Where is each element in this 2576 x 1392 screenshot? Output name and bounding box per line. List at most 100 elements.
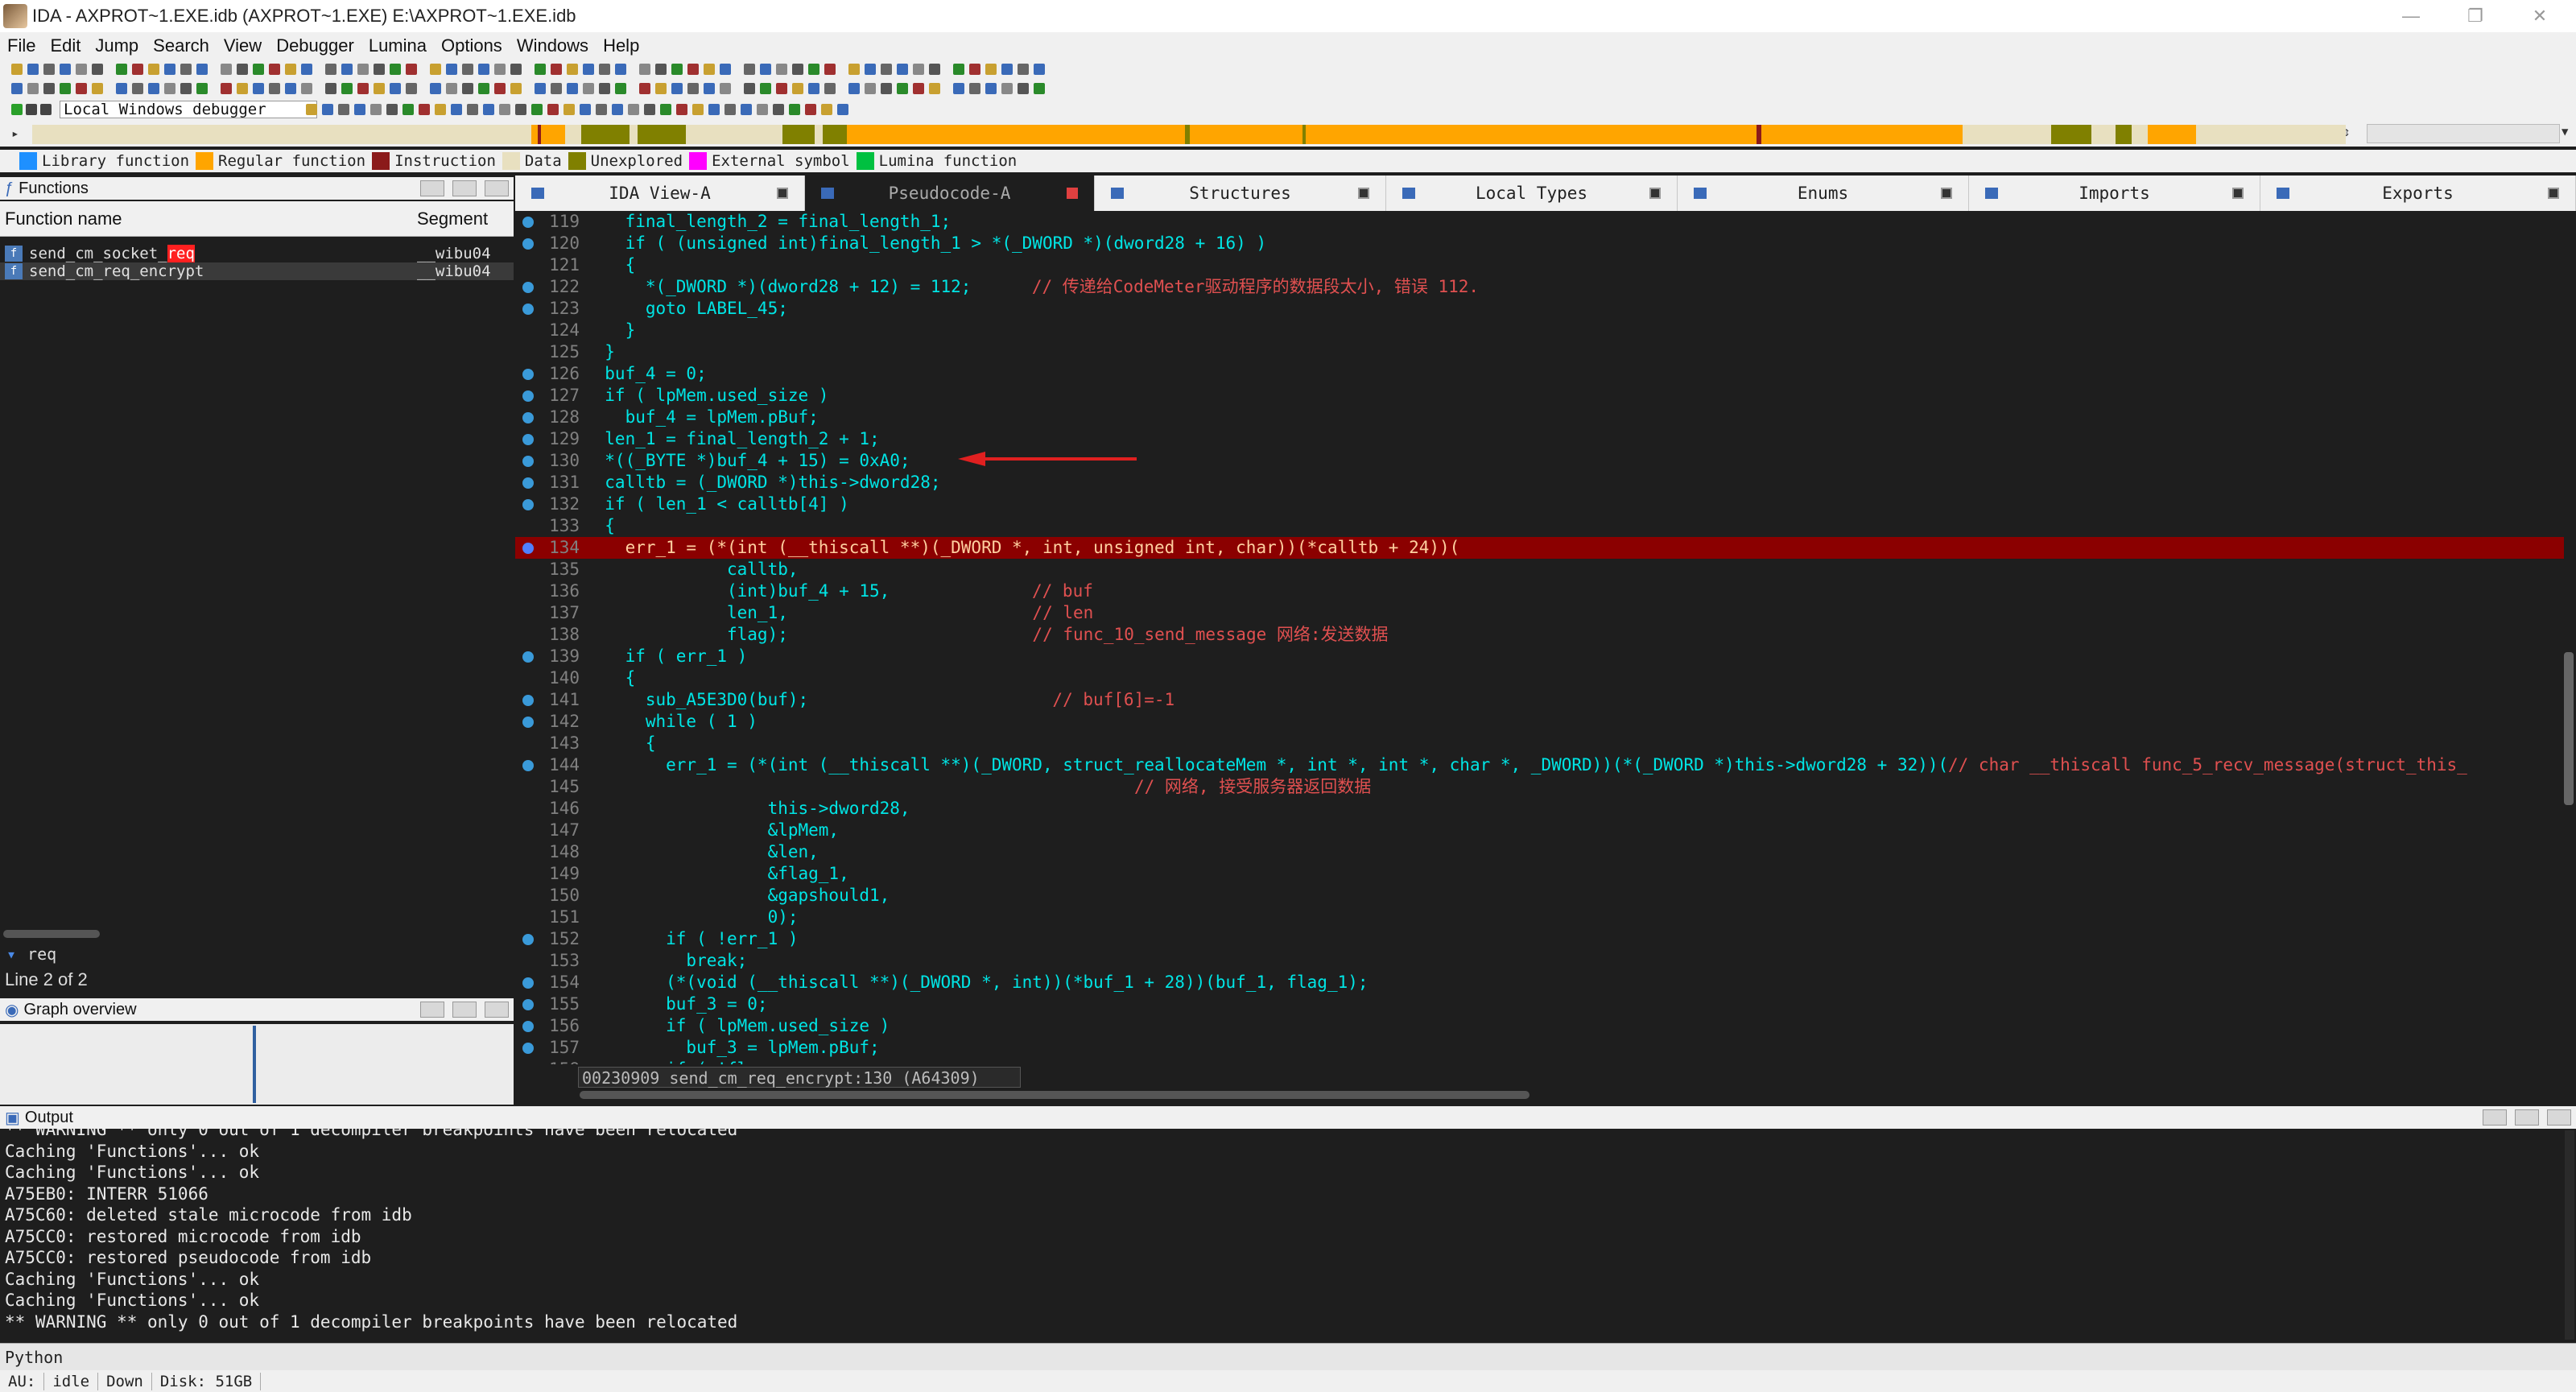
toolbar-button-icon[interactable]	[953, 83, 964, 94]
debug-toolbar-icon[interactable]	[483, 104, 494, 115]
pseudocode-view[interactable]: 119 final_length_2 = final_length_1; 120 …	[515, 211, 2564, 1064]
toolbar-button-icon[interactable]	[599, 83, 610, 94]
menu-edit[interactable]: Edit	[43, 35, 88, 56]
code-line[interactable]: 141 sub_A5E3D0(buf); // buf[6]=-1	[515, 689, 2564, 711]
toolbar-button-icon[interactable]	[1001, 64, 1013, 75]
toolbar-button-icon[interactable]	[808, 64, 819, 75]
code-vscroll[interactable]	[2564, 652, 2574, 805]
toolbar-button-icon[interactable]	[301, 64, 312, 75]
toolbar-button-icon[interactable]	[341, 83, 353, 94]
toolbar-button-icon[interactable]	[881, 83, 892, 94]
toolbar-button-icon[interactable]	[913, 83, 924, 94]
toolbar-button-icon[interactable]	[744, 83, 755, 94]
code-line[interactable]: 138 flag); // func_10_send_message 网络:发送…	[515, 624, 2564, 646]
toolbar-button-icon[interactable]	[687, 64, 699, 75]
toolbar-button-icon[interactable]	[341, 64, 353, 75]
toolbar-button-icon[interactable]	[583, 64, 594, 75]
code-line[interactable]: 140 {	[515, 667, 2564, 689]
breakpoint-dot-icon[interactable]	[522, 456, 534, 467]
code-line[interactable]: 152 if ( !err_1 )	[515, 928, 2564, 950]
toolbar-button-icon[interactable]	[985, 83, 997, 94]
debug-toolbar-icon[interactable]	[338, 104, 349, 115]
breakpoint-dot-icon[interactable]	[522, 304, 534, 315]
toolbar-button-icon[interactable]	[704, 64, 715, 75]
toolbar-button-icon[interactable]	[985, 64, 997, 75]
toolbar-button-icon[interactable]	[92, 64, 103, 75]
breakpoint-dot-icon[interactable]	[522, 499, 534, 510]
code-line[interactable]: 150 &gapshould1,	[515, 885, 2564, 907]
close-tab-icon[interactable]	[777, 188, 788, 199]
toolbar-button-icon[interactable]	[510, 64, 522, 75]
debug-toolbar-icon[interactable]	[580, 104, 591, 115]
code-hscroll[interactable]	[580, 1091, 1530, 1099]
menu-jump[interactable]: Jump	[88, 35, 146, 56]
toolbar-button-icon[interactable]	[583, 83, 594, 94]
code-line[interactable]: 145 // 网络, 接受服务器返回数据	[515, 776, 2564, 798]
toolbar-button-icon[interactable]	[180, 64, 192, 75]
toolbar-button-icon[interactable]	[60, 83, 71, 94]
debug-toolbar-icon[interactable]	[628, 104, 639, 115]
toolbar-button-icon[interactable]	[535, 83, 546, 94]
breakpoint-dot-icon[interactable]	[522, 434, 534, 445]
float-button[interactable]	[2483, 1109, 2507, 1126]
toolbar-button-icon[interactable]	[760, 64, 771, 75]
debugger-select[interactable]: Local Windows debugger	[60, 101, 317, 118]
code-line[interactable]: 157 buf_3 = lpMem.pBuf;	[515, 1037, 2564, 1059]
toolbar-button-icon[interactable]	[285, 64, 296, 75]
code-line[interactable]: 148 &len,	[515, 841, 2564, 863]
toolbar-button-icon[interactable]	[655, 64, 667, 75]
code-line[interactable]: 132 if ( len_1 < calltb[4] )	[515, 494, 2564, 515]
debug-toolbar-icon[interactable]	[531, 104, 543, 115]
code-line[interactable]: 119 final_length_2 = final_length_1;	[515, 211, 2564, 233]
toolbar-button-icon[interactable]	[1001, 83, 1013, 94]
toolbar-button-icon[interactable]	[865, 64, 876, 75]
toolbar-button-icon[interactable]	[462, 83, 473, 94]
debug-toolbar-icon[interactable]	[419, 104, 430, 115]
tab-exports[interactable]: Exports	[2260, 176, 2576, 211]
toolbar-button-icon[interactable]	[551, 83, 562, 94]
toolbar-button-icon[interactable]	[196, 64, 208, 75]
debug-toolbar-icon[interactable]	[724, 104, 736, 115]
toolbar-button-icon[interactable]	[374, 64, 385, 75]
code-line[interactable]: 147 &lpMem,	[515, 820, 2564, 841]
toolbar-button-icon[interactable]	[446, 64, 457, 75]
debug-toolbar-icon[interactable]	[467, 104, 478, 115]
toolbar-button-icon[interactable]	[43, 64, 55, 75]
toolbar-button-icon[interactable]	[76, 83, 87, 94]
code-line[interactable]: 136 (int)buf_4 + 15, // buf	[515, 580, 2564, 602]
toolbar-button-icon[interactable]	[929, 83, 940, 94]
toolbar-button-icon[interactable]	[687, 83, 699, 94]
toolbar-button-icon[interactable]	[357, 83, 369, 94]
navigation-band[interactable]	[32, 125, 2351, 144]
code-line[interactable]: 128 buf_4 = lpMem.pBuf;	[515, 407, 2564, 428]
toolbar-button-icon[interactable]	[92, 83, 103, 94]
table-row[interactable]: f send_cm_req_encrypt __wibu04	[0, 262, 514, 280]
debug-toolbar-icon[interactable]	[837, 104, 848, 115]
debug-toolbar-icon[interactable]	[435, 104, 446, 115]
toolbar-button-icon[interactable]	[792, 64, 803, 75]
code-line[interactable]: 133 {	[515, 515, 2564, 537]
code-line[interactable]: 151 0);	[515, 907, 2564, 928]
graph-viewport[interactable]	[253, 1026, 256, 1103]
toolbar-button-icon[interactable]	[865, 83, 876, 94]
float-button[interactable]	[420, 1002, 444, 1018]
debug-toolbar-icon[interactable]	[596, 104, 607, 115]
tab-enums[interactable]: Enums	[1678, 176, 1969, 211]
toolbar-button-icon[interactable]	[567, 83, 578, 94]
breakpoint-dot-icon[interactable]	[522, 717, 534, 728]
toolbar-button-icon[interactable]	[253, 64, 264, 75]
toolbar-button-icon[interactable]	[237, 64, 248, 75]
debug-toolbar-icon[interactable]	[789, 104, 800, 115]
toolbar-button-icon[interactable]	[76, 64, 87, 75]
tab-local-types[interactable]: Local Types	[1386, 176, 1678, 211]
toolbar-button-icon[interactable]	[494, 83, 506, 94]
toolbar-button-icon[interactable]	[430, 83, 441, 94]
code-line[interactable]: 154 (*(void (__thiscall **)(_DWORD *, in…	[515, 972, 2564, 993]
menu-search[interactable]: Search	[146, 35, 217, 56]
toolbar-button-icon[interactable]	[913, 64, 924, 75]
toolbar-button-icon[interactable]	[11, 83, 23, 94]
code-line[interactable]: 130 *((_BYTE *)buf_4 + 15) = 0xA0;	[515, 450, 2564, 472]
restore-icon[interactable]: ❐	[2447, 0, 2504, 32]
close-tab-icon[interactable]	[1649, 188, 1661, 199]
code-line[interactable]: 135 calltb,	[515, 559, 2564, 580]
